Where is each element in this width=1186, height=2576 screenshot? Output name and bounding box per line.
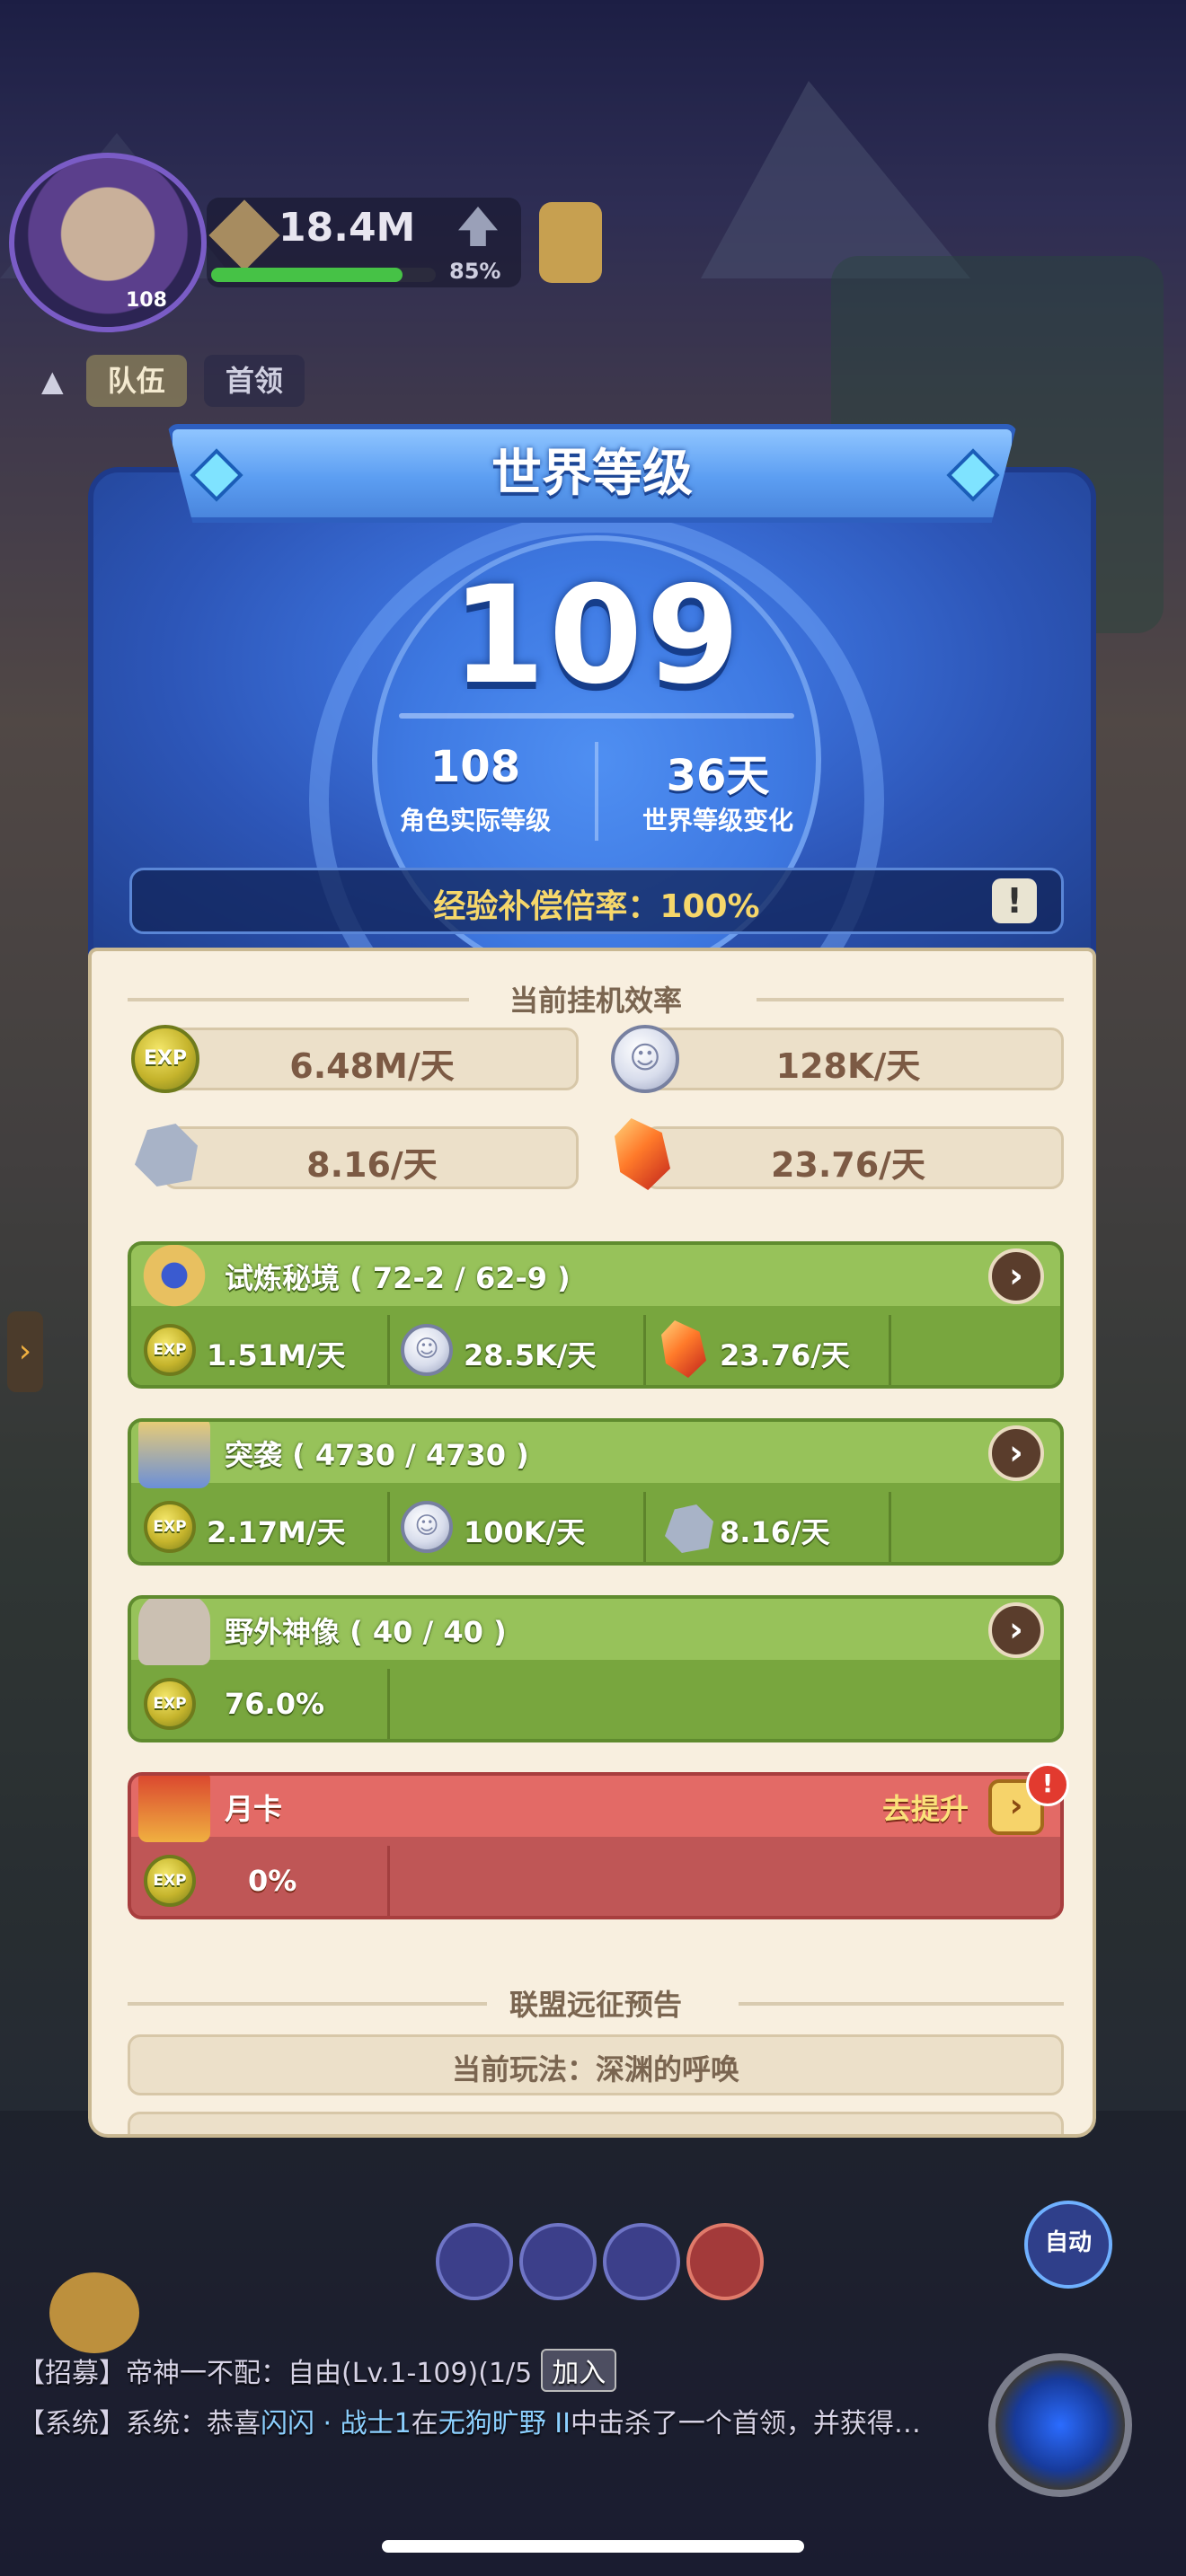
silver-coin-icon: ☺ <box>401 1324 453 1376</box>
cell-divider <box>643 1492 646 1562</box>
actual-level-value: 108 <box>429 742 521 792</box>
info-button[interactable]: ! <box>992 878 1037 923</box>
chat-system-mid: 在 <box>411 2408 438 2439</box>
player-avatar[interactable] <box>9 153 207 332</box>
chat-place-name[interactable]: 无狗旷野 II <box>438 2408 571 2439</box>
card-exp-value: 2.17M/天 <box>207 1515 346 1549</box>
card-silver-value: 28.5K/天 <box>464 1338 597 1372</box>
exp-coin-icon: EXP <box>144 1678 196 1730</box>
portal-button[interactable] <box>988 2353 1132 2497</box>
level-change-label: 世界等级变化 <box>642 806 793 835</box>
skill-icon-4[interactable] <box>686 2223 764 2300</box>
cell-divider <box>889 1315 891 1385</box>
home-indicator[interactable] <box>382 2540 804 2553</box>
power-progress-fill <box>211 268 403 282</box>
silver-rate-value: 128K/天 <box>775 1046 921 1086</box>
exp-coin-icon: EXP <box>144 1855 196 1907</box>
skill-icon-3[interactable] <box>603 2223 680 2300</box>
exp-coin-icon: EXP <box>144 1501 196 1553</box>
chat-line-system: 【系统】系统：恭喜闪闪 · 战士1在无狗旷野 II中击杀了一个首领，并获得… <box>18 2401 1006 2440</box>
card-crystal-value: 23.76/天 <box>720 1338 850 1372</box>
power-value: 18.4M <box>279 205 416 251</box>
chat-recruit-text: 【招募】帝神一不配：自由(Lv.1-109)(1/5 <box>18 2358 533 2389</box>
side-expand-button[interactable]: › <box>7 1311 43 1392</box>
card-title: 试炼秘境 ( 72-2 / 62-9 ) <box>225 1261 571 1295</box>
card-exp-value: 0% <box>248 1864 297 1898</box>
world-level-modal: 109 108 角色实际等级 36天 世界等级变化 经验补偿倍率：100% ! … <box>88 424 1096 2138</box>
modal-header-panel: 109 108 角色实际等级 36天 世界等级变化 经验补偿倍率：100% ! <box>88 467 1096 957</box>
skill-icon-2[interactable] <box>519 2223 597 2300</box>
exp-coin-icon: EXP <box>131 1025 199 1093</box>
auto-button[interactable]: 自动 <box>1024 2201 1112 2289</box>
triangle-up-icon[interactable]: ▲ <box>36 355 69 407</box>
cell-divider <box>387 1669 390 1739</box>
chevron-right-icon[interactable]: › <box>988 1602 1044 1658</box>
chevron-right-icon[interactable]: › <box>988 1425 1044 1481</box>
chat-system-suffix: 中击杀了一个首领，并获得… <box>570 2408 921 2439</box>
player-level: 108 <box>126 289 167 312</box>
cell-divider <box>387 1846 390 1916</box>
exp-coin-icon: EXP <box>144 1324 196 1376</box>
statue-card[interactable]: 野外神像 ( 40 / 40 ) › EXP 76.0% <box>128 1595 1064 1742</box>
cell-divider <box>889 1492 891 1562</box>
join-button[interactable]: 加入 <box>541 2349 617 2392</box>
card-title: 野外神像 ( 40 / 40 ) <box>225 1615 507 1649</box>
raid-card[interactable]: 突袭 ( 4730 / 4730 ) › EXP 2.17M/天 ☺ 100K/… <box>128 1418 1064 1566</box>
statue-icon <box>138 1599 210 1665</box>
stone-rate-value: 8.16/天 <box>306 1145 438 1185</box>
modal-title: 世界等级 <box>491 445 693 503</box>
silver-coin-icon: ☺ <box>401 1501 453 1553</box>
crystal-rate-value: 23.76/天 <box>770 1145 926 1185</box>
alliance-title: 联盟远征预告 <box>509 1988 682 2022</box>
sword-icon <box>208 199 280 271</box>
chevron-right-icon[interactable]: › <box>988 1248 1044 1304</box>
chat-feed[interactable]: 【招募】帝神一不配：自由(Lv.1-109)(1/5 加入 【系统】系统：恭喜闪闪… <box>18 2349 1006 2449</box>
raid-icon <box>138 1422 210 1488</box>
cell-divider <box>643 1315 646 1385</box>
tab-boss[interactable]: 首领 <box>203 355 305 407</box>
card-title: 突袭 ( 4730 / 4730 ) <box>225 1438 529 1472</box>
monthly-card[interactable]: 月卡 去提升 › EXP 0% <box>128 1772 1064 1919</box>
card-silver-value: 100K/天 <box>464 1515 586 1549</box>
efficiency-title: 当前挂机效率 <box>509 984 682 1018</box>
power-percent: 85% <box>449 259 501 284</box>
card-exp-value: 76.0% <box>225 1687 325 1721</box>
alliance-mode-text: 当前玩法：深渊的呼唤 <box>451 2052 739 2086</box>
hourglass-icon[interactable] <box>539 202 602 283</box>
exp-rate-text: 经验补偿倍率：100% <box>433 888 760 925</box>
monthly-card-icon <box>138 1776 210 1842</box>
stat-divider <box>595 742 598 841</box>
trial-realm-card[interactable]: 试炼秘境 ( 72-2 / 62-9 ) › EXP 1.51M/天 ☺ 28.… <box>128 1241 1064 1389</box>
upgrade-link[interactable]: 去提升 <box>882 1786 969 1828</box>
arrow-up-icon <box>458 207 498 246</box>
chat-player-name[interactable]: 闪闪 · 战士1 <box>261 2408 412 2439</box>
exp-rate-value: 6.48M/天 <box>289 1046 455 1086</box>
power-progress-bar <box>211 268 436 282</box>
tab-team[interactable]: 队伍 <box>85 355 187 407</box>
world-level-value: 109 <box>451 558 744 714</box>
divider <box>399 713 794 719</box>
card-exp-value: 1.51M/天 <box>207 1338 346 1372</box>
cell-divider <box>387 1315 390 1385</box>
level-change-value: 36天 <box>666 751 770 801</box>
team-tabs: ▲ 队伍 首领 <box>36 355 317 407</box>
alliance-next-pill <box>128 2112 1064 2134</box>
trial-realm-icon <box>138 1245 210 1311</box>
modal-body: 当前挂机效率 EXP 6.48M/天 ☺ 128K/天 8.16/天 23.76… <box>88 948 1096 2138</box>
mascot-icon[interactable] <box>49 2272 139 2353</box>
cell-divider <box>387 1492 390 1562</box>
skill-icon-1[interactable] <box>436 2223 513 2300</box>
card-title: 月卡 <box>225 1792 283 1826</box>
actual-level-label: 角色实际等级 <box>399 806 551 835</box>
alert-badge: ! <box>1026 1763 1069 1806</box>
chat-line-recruit: 【招募】帝神一不配：自由(Lv.1-109)(1/5 加入 <box>18 2349 1006 2392</box>
chat-system-prefix: 【系统】系统：恭喜 <box>18 2408 261 2439</box>
card-stone-value: 8.16/天 <box>720 1515 830 1549</box>
